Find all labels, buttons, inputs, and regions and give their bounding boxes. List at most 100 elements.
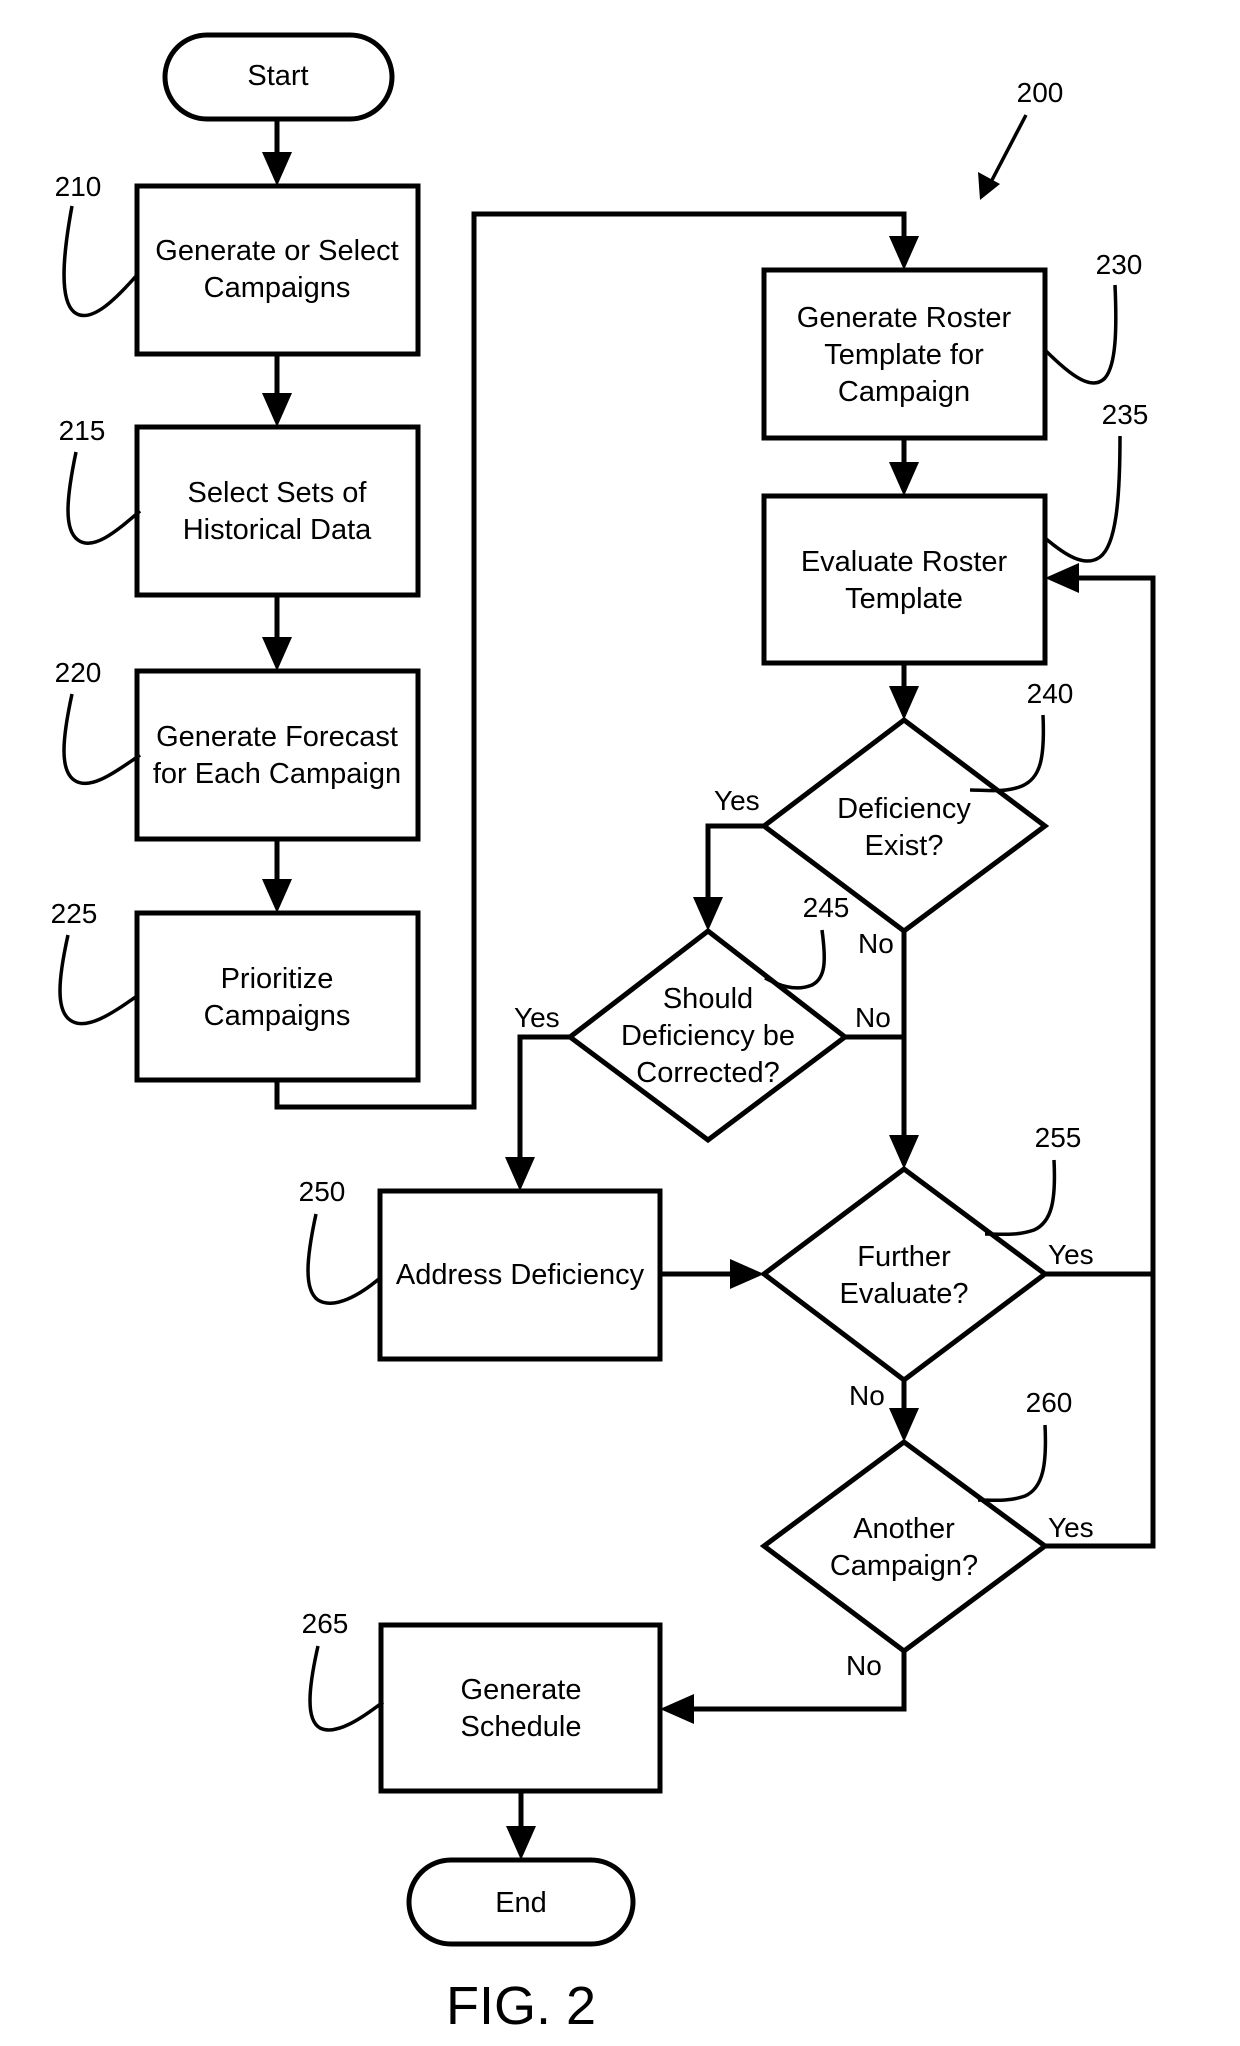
ref-240: 240 xyxy=(1027,678,1074,709)
node-text: Generate xyxy=(461,1674,582,1706)
node-225: Prioritize Campaigns xyxy=(134,910,421,1083)
edge-label-260-no: No xyxy=(846,1650,882,1681)
arrowhead xyxy=(262,879,292,913)
leader-255 xyxy=(984,1159,1057,1237)
node-text: Template xyxy=(845,583,963,615)
node-260: Another Campaign? xyxy=(759,1438,1050,1655)
ref-200: 200 xyxy=(1017,77,1064,108)
process-box xyxy=(134,183,421,357)
ref-210: 210 xyxy=(55,171,102,202)
edge-label-245-no: No xyxy=(855,1002,891,1033)
node-text: Evaluate? xyxy=(840,1278,969,1310)
flowchart-canvas: Start Generate or Select Campaigns Selec… xyxy=(51,32,1156,2036)
node-255: Further Evaluate? xyxy=(759,1165,1050,1384)
ref-260: 260 xyxy=(1026,1387,1073,1418)
ref-230: 230 xyxy=(1096,249,1143,280)
node-text: Select Sets of xyxy=(188,477,368,509)
leader-220 xyxy=(62,693,141,786)
leader-235 xyxy=(1043,435,1122,563)
node-text: Generate Roster xyxy=(797,302,1012,334)
process-box xyxy=(134,424,421,598)
leader-260 xyxy=(977,1424,1048,1503)
process-box xyxy=(134,668,421,842)
leader-250 xyxy=(306,1213,382,1305)
node-text: Address Deficiency xyxy=(396,1259,645,1291)
ref-215: 215 xyxy=(59,415,106,446)
edge-label-240-no: No xyxy=(858,928,894,959)
node-text: Historical Data xyxy=(183,514,372,546)
ref-265: 265 xyxy=(302,1608,349,1639)
arrowhead xyxy=(730,1259,764,1289)
node-210: Generate or Select Campaigns xyxy=(134,183,421,357)
ref-250: 250 xyxy=(299,1176,346,1207)
reference-arrow-200 xyxy=(990,114,1028,181)
arrowhead xyxy=(693,897,723,931)
arrowhead xyxy=(889,686,919,720)
arrowhead xyxy=(262,393,292,427)
ref-220: 220 xyxy=(55,657,102,688)
ref-225: 225 xyxy=(51,898,98,929)
arrowhead xyxy=(889,1408,919,1442)
node-text: Template for xyxy=(824,339,984,371)
node-text: Should xyxy=(663,983,753,1015)
node-text: Campaign xyxy=(838,376,970,408)
leader-230 xyxy=(1043,284,1118,385)
arrowhead xyxy=(889,1135,919,1169)
edge-label-260-yes: Yes xyxy=(1048,1512,1094,1543)
edge-label-240-yes: Yes xyxy=(714,785,760,816)
edge-label-255-yes: Yes xyxy=(1048,1239,1094,1270)
edge-label-255-no: No xyxy=(849,1380,885,1411)
node-text: Corrected? xyxy=(636,1057,779,1089)
node-235: Evaluate Roster Template xyxy=(761,493,1048,666)
edge-label-245-yes: Yes xyxy=(514,1002,560,1033)
decision-diamond xyxy=(759,1165,1050,1384)
arrowhead xyxy=(262,637,292,671)
node-250: Address Deficiency xyxy=(377,1188,663,1362)
arrowhead xyxy=(889,236,919,270)
arrowhead xyxy=(889,462,919,496)
leader-265 xyxy=(308,1645,385,1732)
node-text: Exist? xyxy=(865,830,944,862)
arrowhead xyxy=(660,1694,694,1724)
leader-210 xyxy=(62,205,139,318)
node-230: Generate Roster Template for Campaign xyxy=(761,267,1048,441)
node-text: Campaigns xyxy=(204,272,351,304)
node-text: Schedule xyxy=(461,1711,582,1743)
node-text: Campaigns xyxy=(204,1000,351,1032)
node-text: for Each Campaign xyxy=(153,758,401,790)
decision-diamond xyxy=(759,1438,1050,1655)
edge-245-250-yes xyxy=(517,1034,570,1165)
figure-caption: FIG. 2 xyxy=(446,1976,596,2036)
node-text: Prioritize xyxy=(221,963,334,995)
node-text: Campaign? xyxy=(830,1550,978,1582)
process-box xyxy=(134,910,421,1083)
node-220: Generate Forecast for Each Campaign xyxy=(134,668,421,842)
ref-245: 245 xyxy=(803,892,850,923)
process-box xyxy=(761,493,1048,666)
node-text: Another xyxy=(853,1513,955,1545)
node-text: Evaluate Roster xyxy=(801,546,1008,578)
node-end: End xyxy=(406,1857,636,1947)
node-text: End xyxy=(495,1887,547,1919)
node-text: Further xyxy=(857,1241,951,1273)
arrowhead xyxy=(506,1826,536,1860)
node-text: Generate or Select xyxy=(155,235,398,267)
ref-255: 255 xyxy=(1035,1122,1082,1153)
leader-215 xyxy=(66,451,142,545)
node-265: Generate Schedule xyxy=(378,1622,663,1794)
node-text: Deficiency xyxy=(837,793,971,825)
node-text: Start xyxy=(247,60,308,92)
ref-235: 235 xyxy=(1102,399,1149,430)
arrowhead xyxy=(978,172,1000,200)
node-text: Generate Forecast xyxy=(156,721,398,753)
edge-240-245-yes xyxy=(705,823,764,905)
arrowhead xyxy=(262,152,292,186)
node-start: Start xyxy=(162,32,395,122)
node-text: Deficiency be xyxy=(621,1020,795,1052)
leader-225 xyxy=(58,934,138,1026)
process-box xyxy=(378,1622,663,1794)
node-215: Select Sets of Historical Data xyxy=(134,424,421,598)
node-245: Should Deficiency be Corrected? xyxy=(565,927,850,1144)
arrowhead xyxy=(1045,563,1079,593)
arrowhead xyxy=(505,1157,535,1191)
